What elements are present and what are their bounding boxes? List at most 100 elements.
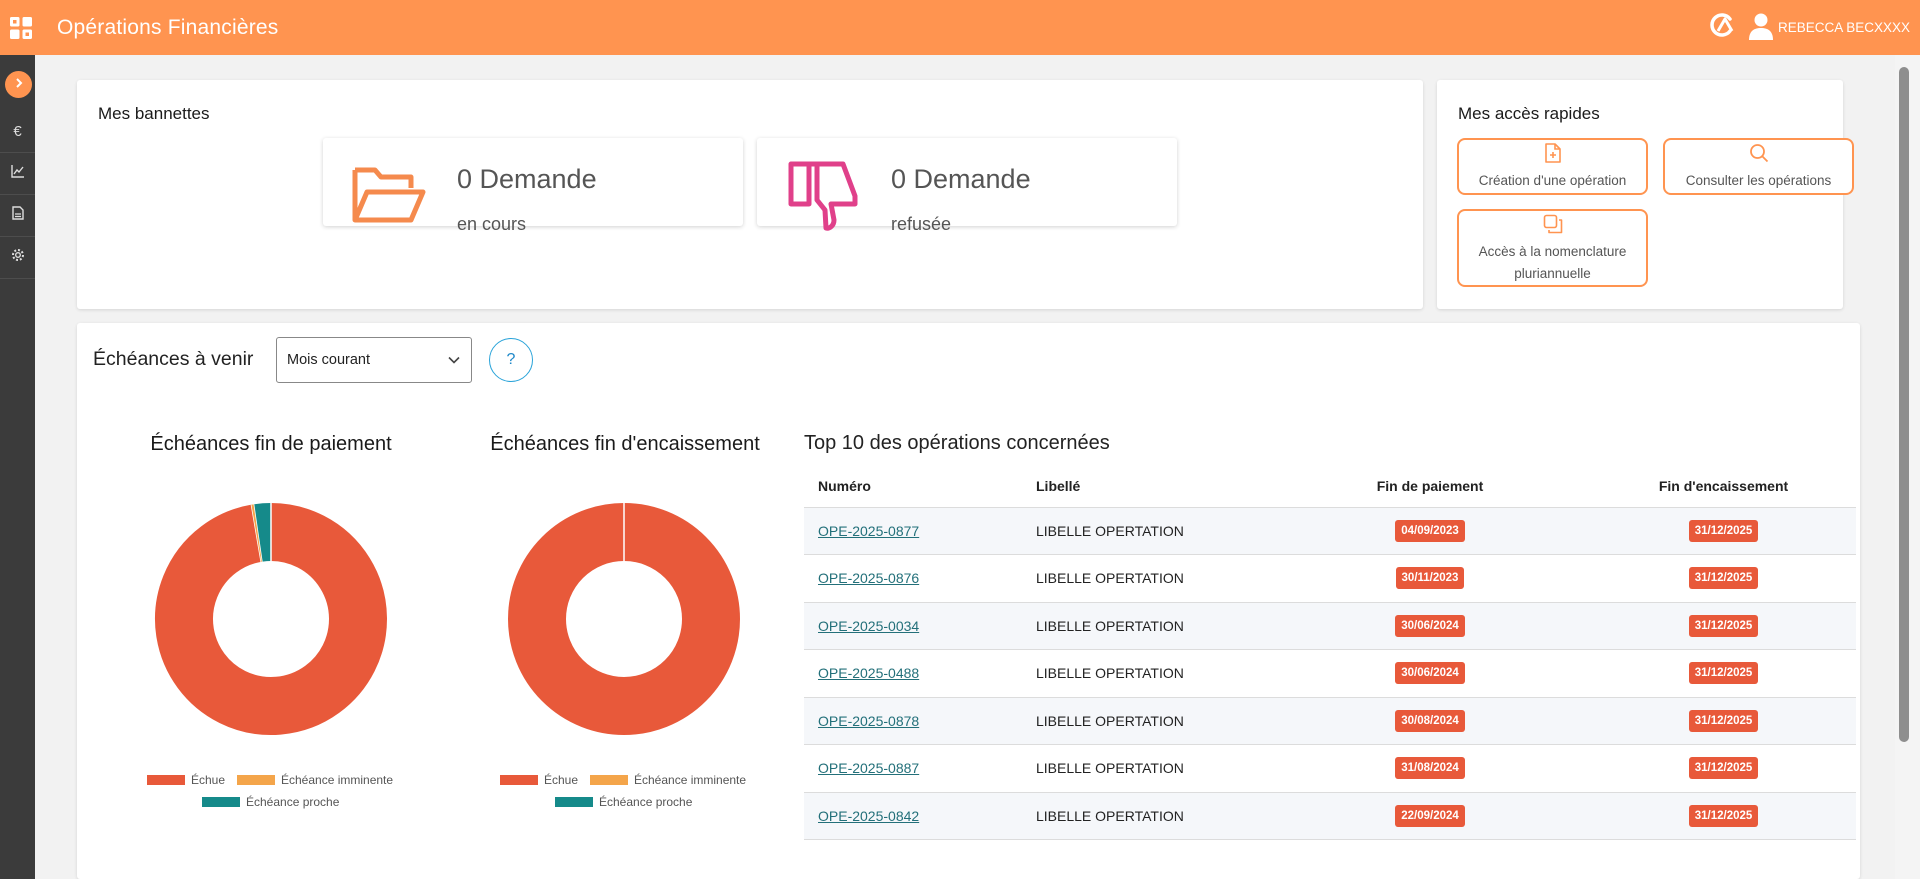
donut-slice-2[interactable] [254,503,272,562]
date-badge: 04/09/2023 [1395,519,1465,542]
column-header-fin-paiement[interactable]: Fin de paiement [1269,466,1591,508]
user-avatar-icon [1748,12,1774,43]
nomenclature-label-line2: pluriannuelle [1514,266,1591,281]
cell-numero: OPE-2025-0034 [804,602,1036,650]
legend-label: Échéance imminente [634,773,747,787]
operation-link[interactable]: OPE-2025-0034 [818,618,919,634]
create-operation-button[interactable]: Création d'une opération [1457,138,1648,195]
legend-label: Échue [191,773,226,787]
date-badge: 31/12/2025 [1688,519,1759,542]
euro-icon: € [13,123,22,140]
legend-item: Échue [500,773,578,787]
user-menu[interactable]: REBECCA BECXXXX [1748,12,1910,43]
apps-grid-icon[interactable] [0,0,42,55]
date-badge: 30/08/2024 [1395,709,1465,732]
sidebar-toggle-button[interactable] [5,71,32,98]
operation-link[interactable]: OPE-2025-0877 [818,523,919,539]
sidebar: € [0,55,35,879]
operation-link[interactable]: OPE-2025-0876 [818,570,919,586]
date-badge: 31/12/2025 [1688,567,1759,590]
banner-label: en cours [457,214,527,234]
chart-paiement-donut [155,503,387,735]
legend-label: Échéance imminente [281,773,394,787]
consult-operations-label: Consulter les opérations [1685,173,1832,188]
operation-link[interactable]: OPE-2025-0488 [818,665,919,681]
bannettes-title: Mes bannettes [98,104,210,123]
cell-fin-encaissement: 31/12/2025 [1591,649,1856,698]
brand-logo-icon[interactable] [1708,11,1736,44]
cell-fin-encaissement: 31/12/2025 [1591,602,1856,650]
cell-numero: OPE-2025-0877 [804,507,1036,555]
legend-swatch [202,797,240,807]
cell-fin-paiement: 31/08/2024 [1269,744,1591,793]
banner-en-cours[interactable]: 0 Demande en cours [323,138,743,234]
chart-encaissement-legend: Échue Échéance imminente Échéance proche [479,773,769,813]
echeances-card: Échéances à venir Mois courant ? Échéanc… [77,323,1860,879]
app-title: Opérations Financières [57,15,279,39]
consult-operations-button[interactable]: Consulter les opérations [1663,138,1854,195]
column-header-libelle[interactable]: Libellé [1036,466,1269,508]
cell-fin-encaissement: 31/12/2025 [1591,792,1856,840]
help-button[interactable]: ? [489,338,533,382]
cell-fin-paiement: 30/06/2024 [1269,602,1591,650]
create-operation-label: Création d'une opération [1478,173,1627,188]
legend-item: Échue [147,773,225,787]
date-badge: 30/06/2024 [1395,614,1465,637]
page-scrollbar[interactable] [1895,55,1920,879]
document-icon [11,206,24,225]
cell-fin-encaissement: 31/12/2025 [1591,507,1856,555]
table-row: OPE-2025-0034 LIBELLE OPERTATION 30/06/202… [804,602,1856,650]
cell-numero: OPE-2025-0842 [804,792,1036,840]
cell-fin-encaissement: 31/12/2025 [1591,697,1856,745]
chevron-down-icon [447,353,461,371]
banner-count: 0 Demande [457,164,597,194]
legend-swatch [147,775,185,785]
echeances-title: Échéances à venir [93,348,254,370]
nomenclature-label-line1: Accès à la nomenclature [1478,244,1627,259]
column-header-fin-encaissement[interactable]: Fin d'encaissement [1591,466,1856,508]
date-badge: 31/12/2025 [1688,709,1759,732]
scrollbar-thumb[interactable] [1899,67,1909,742]
bannettes-card: Mes bannettes 0 Demande en cours 0 Deman… [77,80,1423,309]
cell-fin-paiement: 30/08/2024 [1269,697,1591,745]
cell-libelle: LIBELLE OPERTATION [1036,602,1269,650]
user-name: REBECCA BECXXXX [1777,20,1910,35]
operation-link[interactable]: OPE-2025-0878 [818,713,919,729]
sidebar-item-statistiques[interactable] [0,153,35,195]
cell-fin-paiement: 04/09/2023 [1269,507,1591,555]
gear-icon [11,248,25,267]
legend-swatch [237,775,275,785]
sidebar-item-parametres[interactable] [0,237,35,279]
cell-fin-encaissement: 31/12/2025 [1591,554,1856,603]
table-row: OPE-2025-0877 LIBELLE OPERTATION 04/09/202… [804,507,1856,555]
date-badge: 31/12/2025 [1688,662,1759,685]
top10-table: Numéro Libellé Fin de paiement Fin d'enc… [804,466,1856,840]
top-bar: Opérations Financières REBECCA BECXXXX [0,0,1920,55]
date-badge: 31/12/2025 [1688,757,1759,780]
operation-link[interactable]: OPE-2025-0842 [818,808,919,824]
cell-libelle: LIBELLE OPERTATION [1036,697,1269,745]
chart-encaissement-title: Échéances fin d'encaissement [490,433,760,455]
cell-numero: OPE-2025-0878 [804,697,1036,745]
table-row: OPE-2025-0878 LIBELLE OPERTATION 30/08/202… [804,697,1856,745]
quick-access-title: Mes accès rapides [1458,104,1600,123]
chart-encaissement-donut [508,503,740,735]
table-row: OPE-2025-0842 LIBELLE OPERTATION 22/09/202… [804,792,1856,840]
legend-item: Échéance imminente [237,773,393,787]
sidebar-item-finances[interactable]: € [0,111,35,153]
banner-count: 0 Demande [891,164,1031,194]
chevron-right-icon [14,76,24,94]
date-badge: 30/11/2023 [1395,567,1465,590]
cell-numero: OPE-2025-0887 [804,744,1036,793]
legend-item: Échéance imminente [590,773,746,787]
sidebar-item-documents[interactable] [0,195,35,237]
legend-item: Échéance proche [202,795,339,809]
file-plus-icon [1544,143,1562,170]
nomenclature-button[interactable]: Accès à la nomenclature pluriannuelle [1457,209,1648,287]
period-select[interactable]: Mois courant [276,337,472,383]
operation-link[interactable]: OPE-2025-0887 [818,760,919,776]
column-header-numero[interactable]: Numéro [804,466,1036,508]
banner-label: refusée [891,214,952,234]
banner-refusee[interactable]: 0 Demande refusée [757,138,1177,234]
top10-title: Top 10 des opérations concernées [804,432,1110,454]
